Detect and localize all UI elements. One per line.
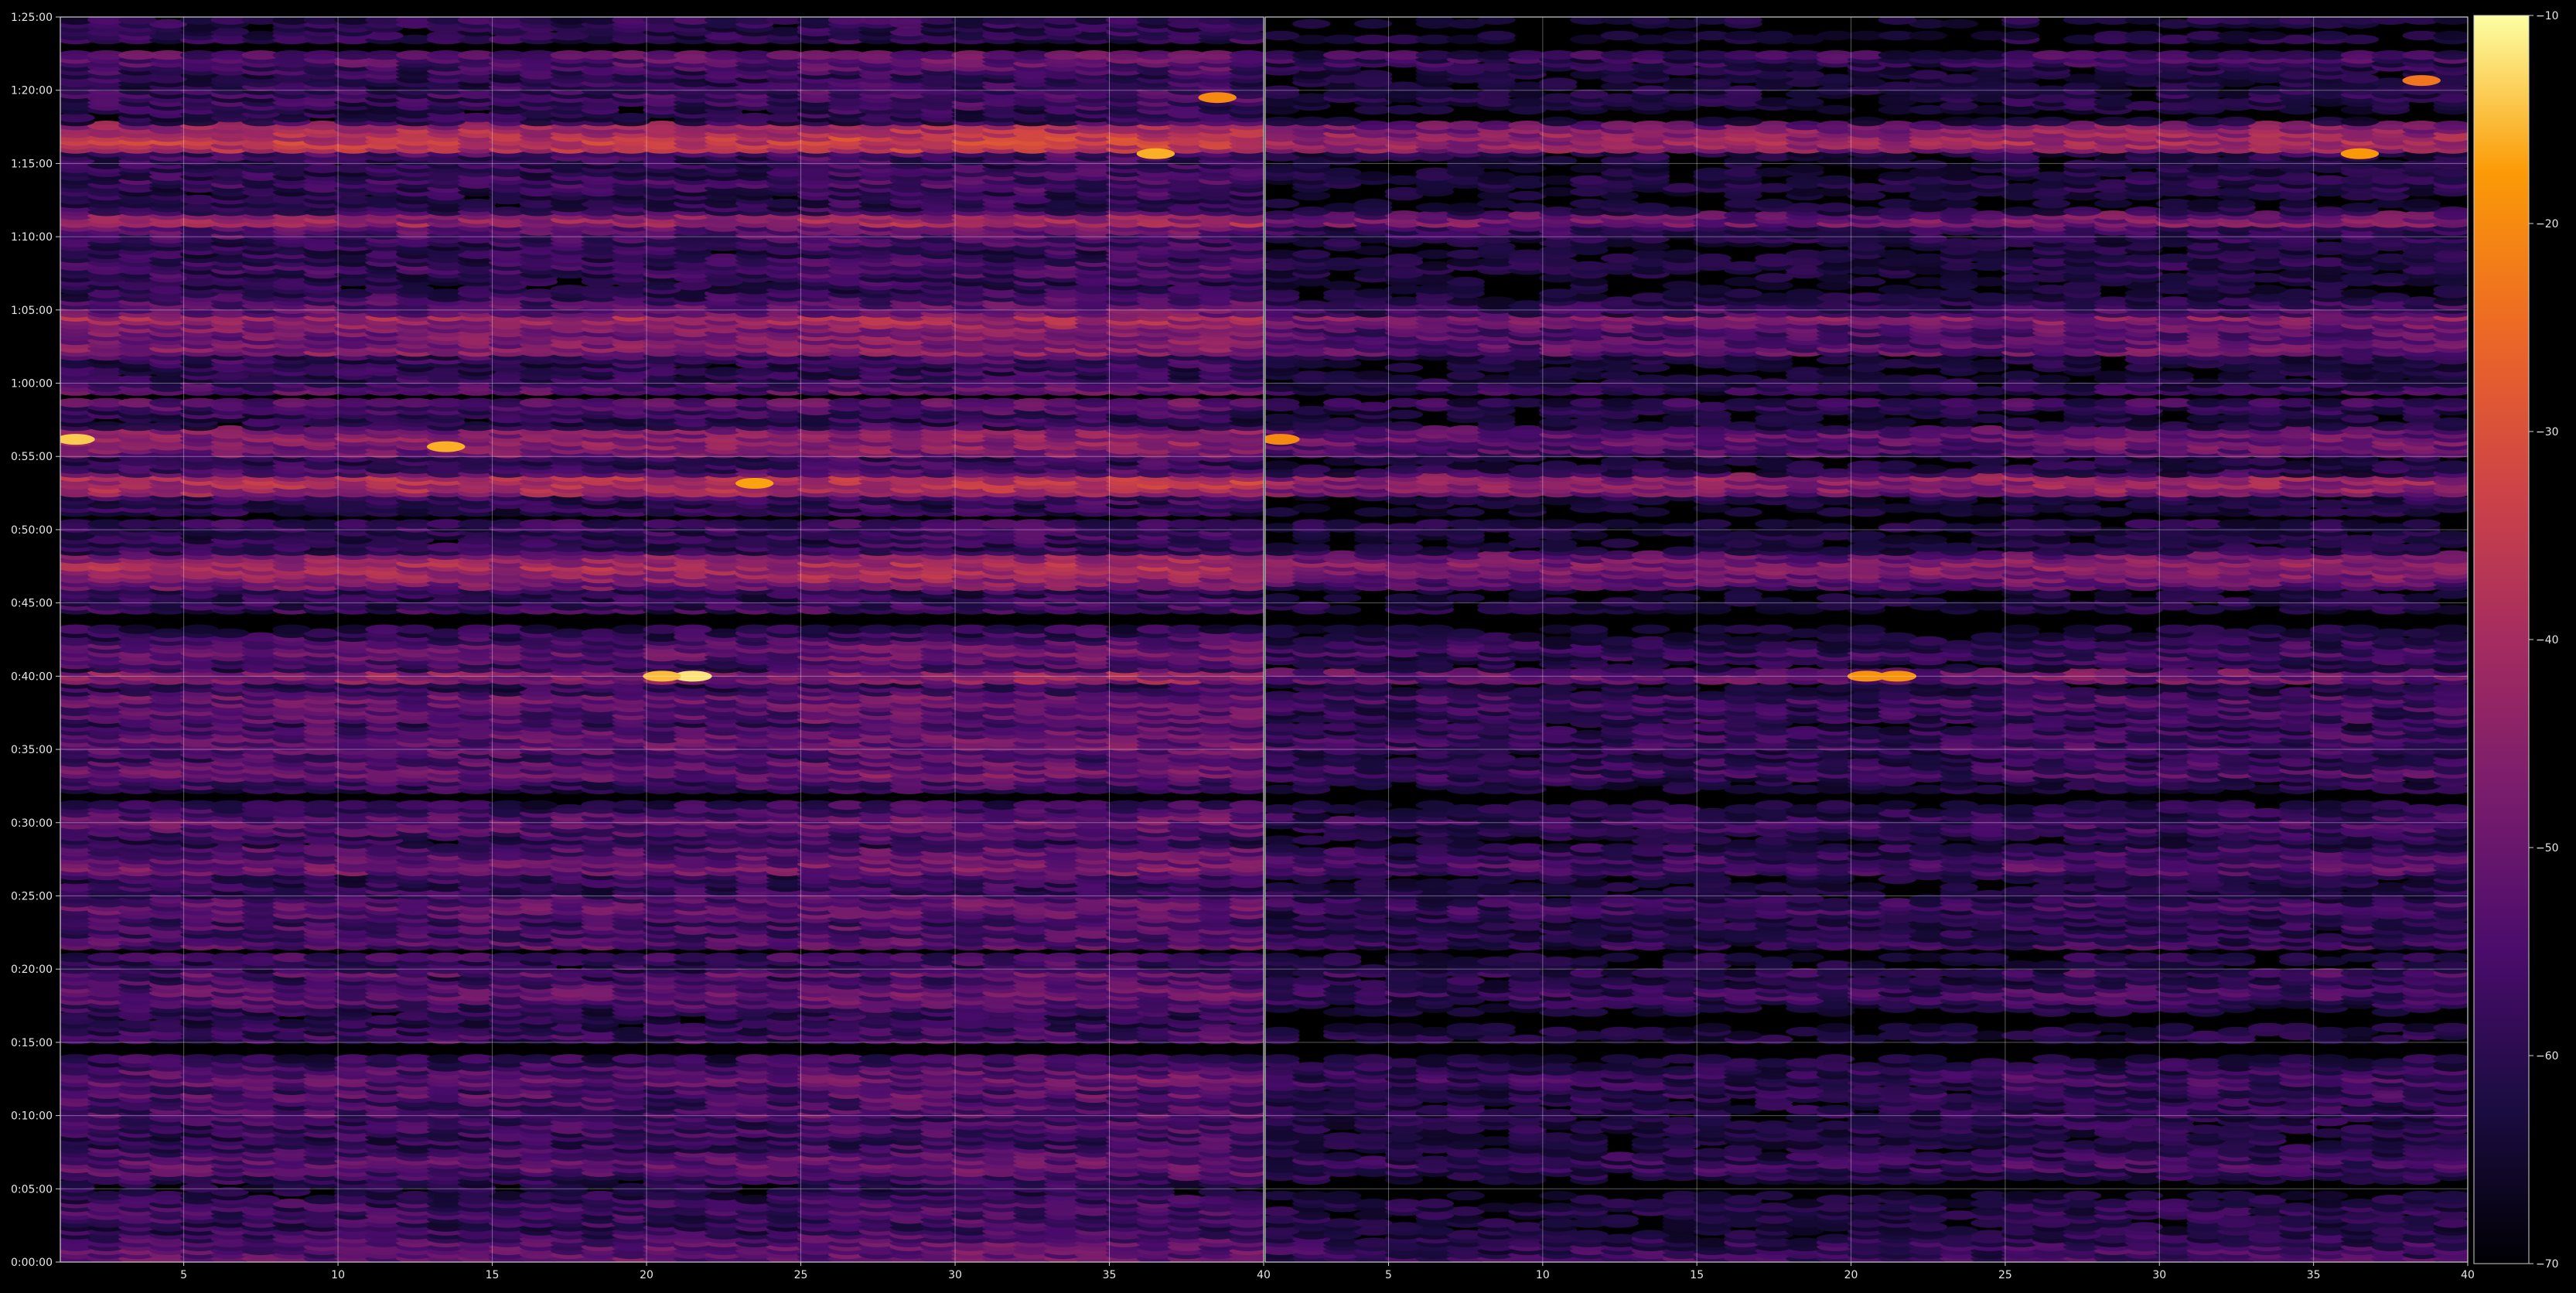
- panel-0-heatmap-cells: [60, 17, 1264, 1262]
- heatmap-cell: [1229, 800, 1264, 810]
- heatmap-cell: [519, 800, 558, 810]
- heatmap-cell: [1229, 1054, 1264, 1064]
- heatmap-chart: 0:00:000:05:000:10:000:15:000:20:000:25:…: [11, 10, 2559, 1281]
- panel-0: [60, 16, 1264, 1263]
- heatmap-cell: [1229, 952, 1264, 963]
